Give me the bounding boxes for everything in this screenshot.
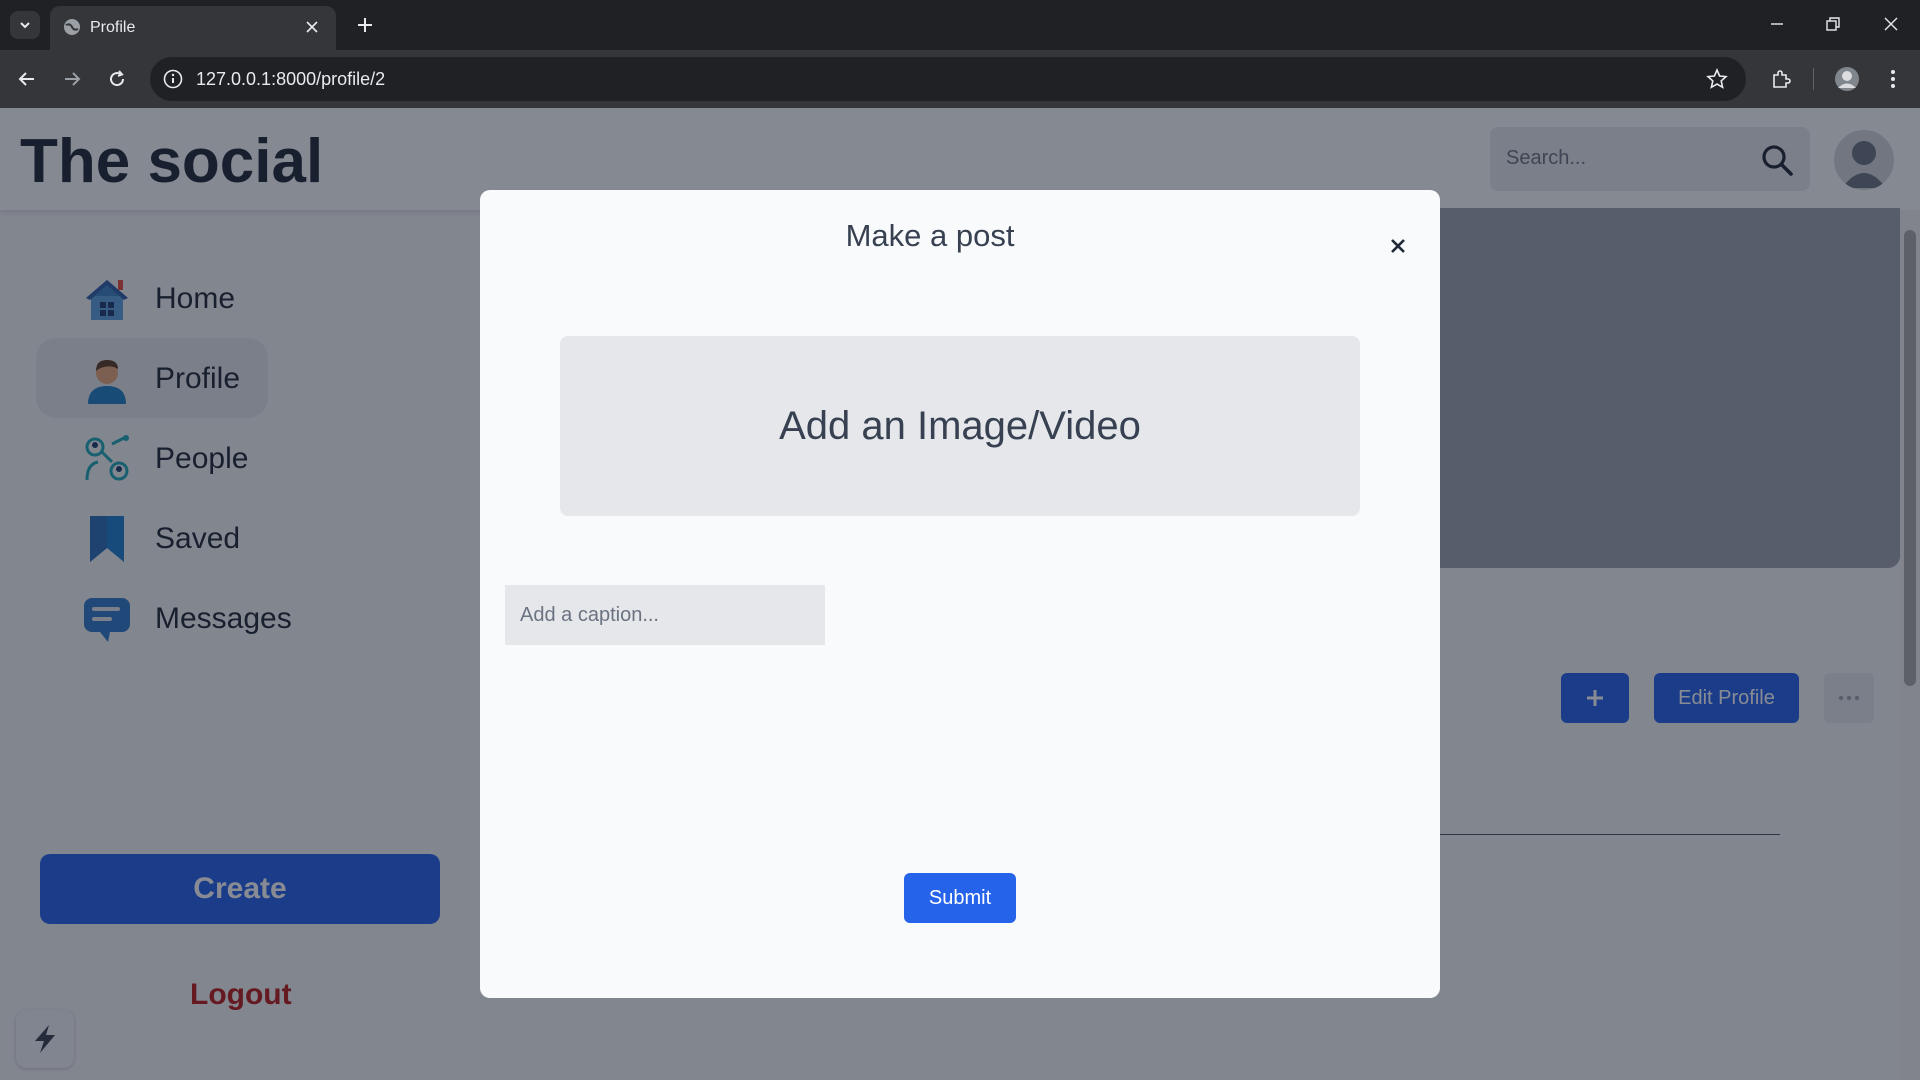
reload-button[interactable] — [102, 64, 132, 94]
modal-close-button[interactable] — [1384, 232, 1412, 260]
minimize-button[interactable] — [1754, 8, 1800, 40]
bookmark-star-icon[interactable] — [1706, 68, 1728, 90]
plus-icon — [358, 18, 372, 32]
kebab-menu-icon — [1891, 70, 1895, 88]
puzzle-icon — [1773, 70, 1791, 88]
browser-toolbar: 127.0.0.1:8000/profile/2 — [0, 50, 1920, 108]
close-icon — [1884, 17, 1898, 31]
forward-button[interactable] — [57, 64, 87, 94]
restore-button[interactable] — [1810, 8, 1856, 40]
profile-avatar-button[interactable] — [1832, 64, 1862, 94]
url-text: 127.0.0.1:8000/profile/2 — [196, 69, 386, 89]
globe-icon — [64, 19, 80, 35]
new-tab-button[interactable] — [350, 12, 380, 38]
site-info-icon[interactable] — [162, 68, 184, 90]
close-window-button[interactable] — [1868, 8, 1914, 40]
browser-tab-strip: Profile — [0, 0, 1920, 50]
address-bar[interactable]: 127.0.0.1:8000/profile/2 — [150, 57, 1746, 101]
caption-input[interactable] — [505, 585, 825, 645]
browser-menu-button[interactable] — [1878, 64, 1908, 94]
user-avatar-icon — [1835, 67, 1859, 91]
toolbar-separator — [1813, 68, 1814, 90]
modal-title: Make a post — [845, 218, 1015, 253]
tab-search-button[interactable] — [10, 11, 40, 39]
minimize-icon — [1771, 23, 1783, 25]
restore-icon — [1826, 17, 1840, 31]
arrow-left-icon — [18, 72, 34, 86]
tab-title: Profile — [90, 19, 136, 36]
close-icon — [1391, 239, 1405, 253]
submit-button[interactable]: Submit — [904, 873, 1016, 923]
arrow-right-icon — [65, 72, 81, 86]
chevron-down-icon — [20, 22, 30, 29]
media-upload-area[interactable]: Add an Image/Video — [560, 336, 1360, 516]
extensions-button[interactable] — [1766, 64, 1796, 94]
browser-tab[interactable]: Profile — [50, 6, 336, 50]
back-button[interactable] — [12, 64, 42, 94]
page: The social Search... Home Profile People… — [0, 108, 1920, 1080]
reload-icon — [110, 70, 125, 87]
make-post-modal: Make a post Add an Image/Video Submit — [480, 190, 1440, 998]
close-tab-icon[interactable] — [300, 15, 324, 39]
